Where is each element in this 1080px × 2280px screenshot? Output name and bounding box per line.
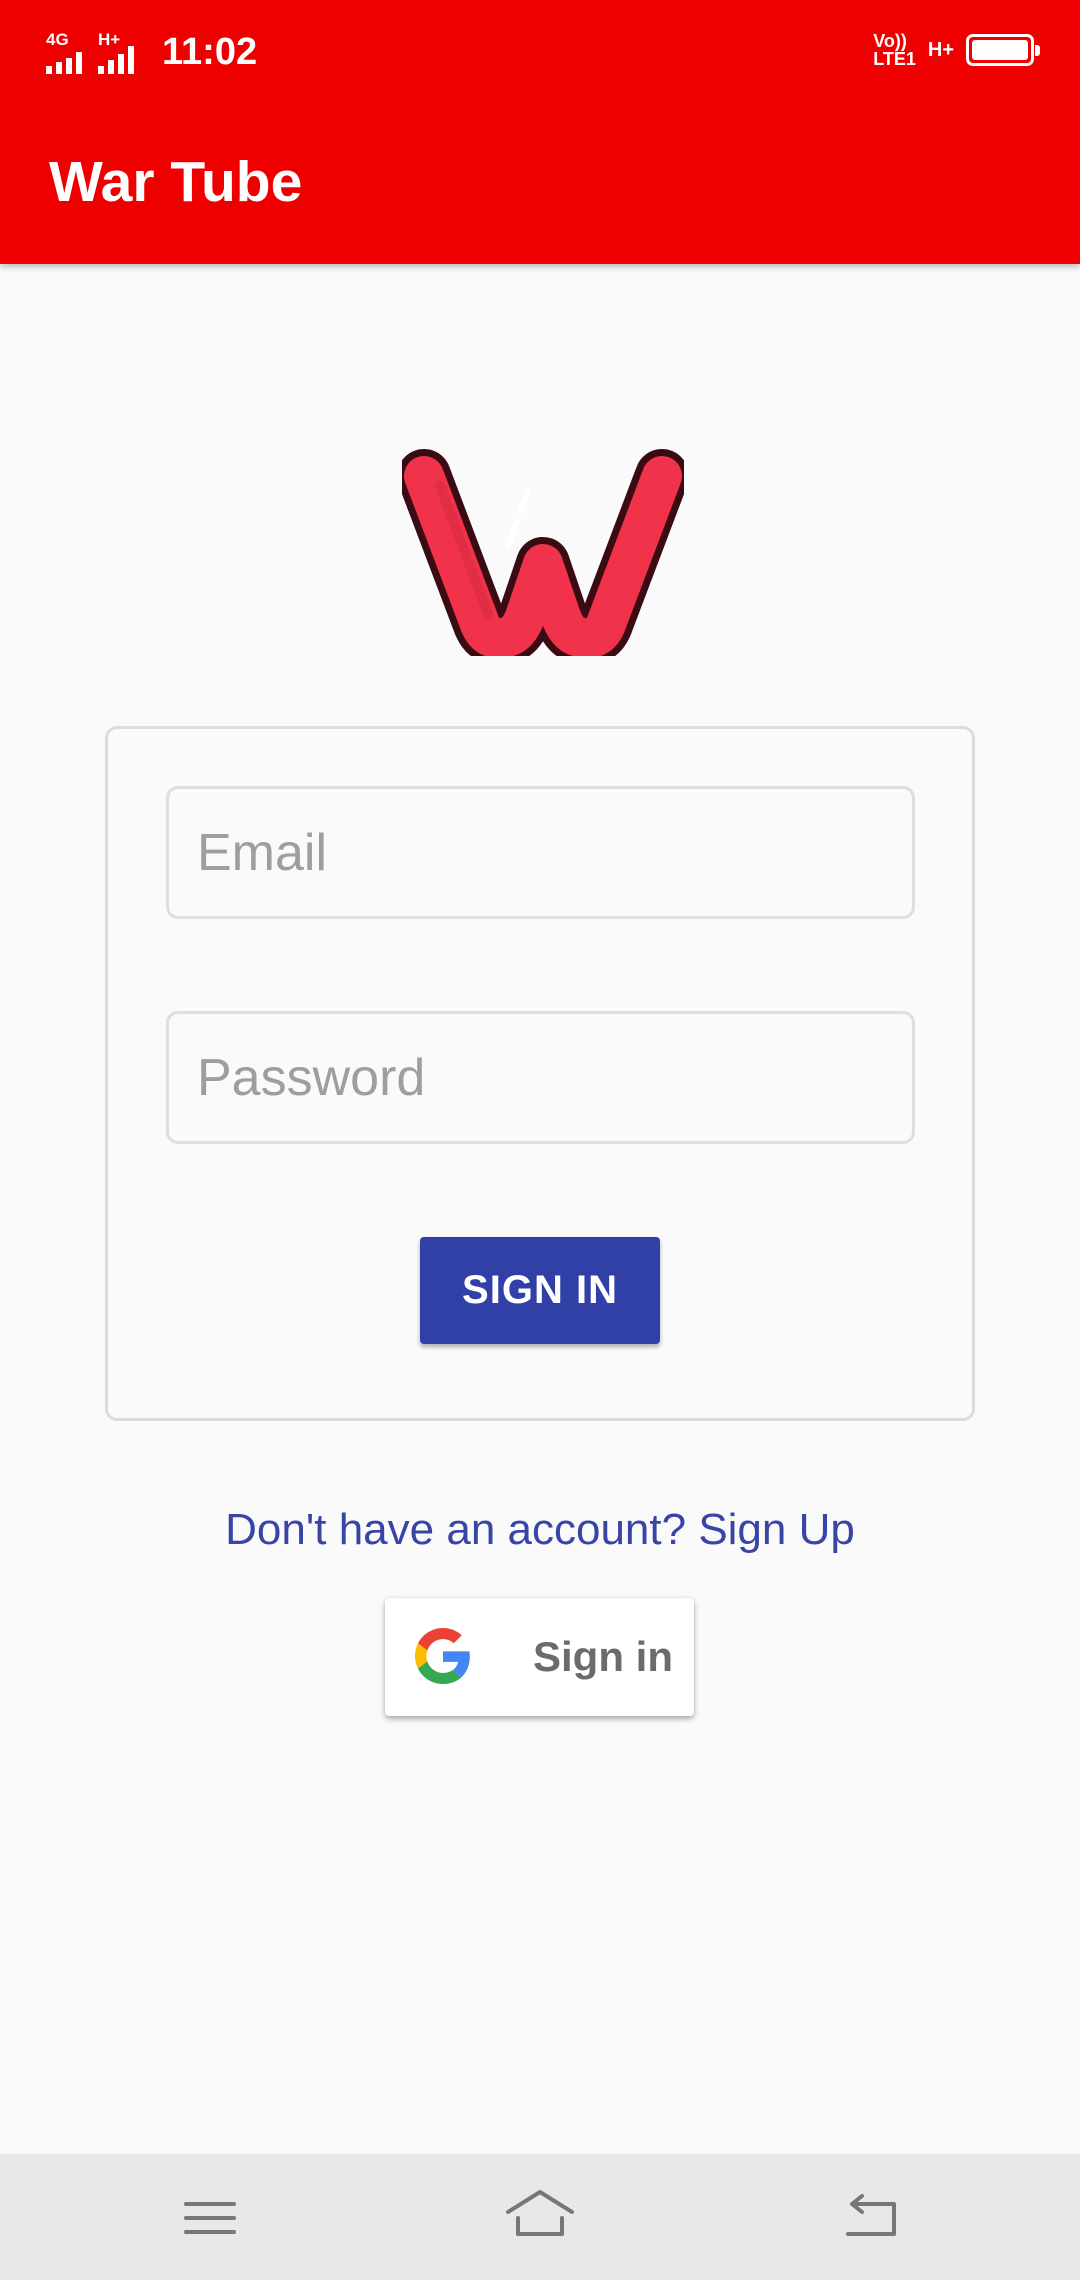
- app-title: War Tube: [49, 150, 303, 214]
- signal-2-icon: H+: [98, 30, 142, 74]
- sign-in-button[interactable]: SIGN IN: [420, 1237, 660, 1344]
- volte-line1: Vo)): [873, 31, 907, 51]
- war-tube-w-logo-icon: [402, 449, 684, 656]
- status-time: 11:02: [162, 31, 258, 73]
- network-type-1: 4G: [46, 30, 69, 49]
- volte-icon: Vo)) LTE1: [873, 32, 916, 68]
- network-type-2: H+: [98, 30, 121, 49]
- volte-line2: LTE1: [873, 49, 916, 69]
- google-g-icon: [415, 1628, 470, 1684]
- google-sign-in-button[interactable]: Sign in: [385, 1598, 694, 1716]
- signal-1-icon: 4G: [46, 30, 88, 74]
- sign-up-link[interactable]: Don't have an account? Sign Up: [0, 1500, 1080, 1560]
- email-input[interactable]: [169, 789, 912, 916]
- battery-fill: [972, 40, 1028, 60]
- system-nav-bar: [0, 2154, 1080, 2280]
- google-sign-in-label: Sign in: [533, 1633, 673, 1680]
- status-right: Vo)) LTE1 H+: [873, 28, 1040, 72]
- password-input[interactable]: [169, 1014, 912, 1141]
- status-left: 4G H+ 11:02: [46, 26, 257, 74]
- menu-icon[interactable]: [182, 2182, 238, 2252]
- app-header: 4G H+ 11:02 Vo)) LTE1 H+ War Tube: [0, 0, 1080, 264]
- password-field[interactable]: [166, 1011, 915, 1144]
- back-icon[interactable]: [840, 2182, 900, 2252]
- email-field[interactable]: [166, 786, 915, 919]
- data-type-icon: H+: [927, 39, 954, 61]
- battery-icon: [966, 34, 1040, 66]
- home-icon[interactable]: [504, 2182, 576, 2252]
- status-bar: 4G H+ 11:02 Vo)) LTE1 H+: [0, 0, 1080, 100]
